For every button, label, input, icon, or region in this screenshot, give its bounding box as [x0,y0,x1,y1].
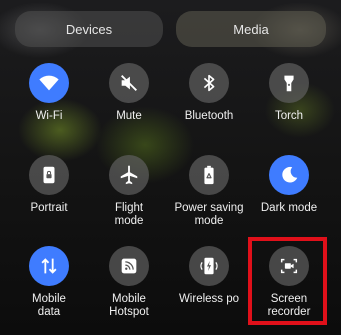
tile-mute[interactable]: Mute [89,63,169,123]
media-label: Media [233,21,269,37]
wireless-power-toggle[interactable] [189,246,229,286]
devices-label: Devices [65,21,113,37]
tile-label: Dark mode [260,202,318,214]
devices-button[interactable]: Devices [15,11,163,47]
mobile-data-toggle[interactable] [29,246,69,286]
tile-label: Portrait [30,202,68,214]
tile-mobile-hotspot[interactable]: Mobile Hotspot [89,246,169,319]
tile-wifi[interactable]: Wi-Fi [9,63,89,123]
tile-wireless-power[interactable]: Wireless po [169,246,249,306]
battery-recycle-icon [204,165,214,185]
tile-power-saving[interactable]: Power saving mode [169,155,249,228]
hotspot-icon [121,258,137,274]
torch-icon [284,75,294,92]
bluetooth-icon [203,74,215,92]
flight-mode-toggle[interactable] [109,155,149,195]
tile-label: Bluetooth [184,110,234,122]
tile-label: Flight mode [114,202,144,227]
moon-icon [282,166,298,183]
mobile-hotspot-toggle[interactable] [109,246,149,286]
tile-dark-mode[interactable]: Dark mode [249,155,329,215]
tile-label: Mobile data [32,293,66,318]
tile-torch[interactable]: Torch [249,63,329,123]
portrait-icon [43,166,55,184]
mute-toggle[interactable] [109,63,149,103]
tile-bluetooth[interactable]: Bluetooth [169,63,249,123]
tile-portrait[interactable]: Portrait [9,155,89,215]
tile-label: Power saving mode [174,202,244,227]
wifi-toggle[interactable] [29,63,69,103]
mute-icon [121,75,137,91]
airplane-icon [120,165,138,185]
wireless-power-icon [200,257,218,275]
tile-label: Mobile Hotspot [109,293,149,318]
wifi-icon [39,75,59,91]
torch-toggle[interactable] [269,63,309,103]
tile-label: Wi-Fi [35,110,63,122]
tile-flight-mode[interactable]: Flight mode [89,155,169,228]
bluetooth-toggle[interactable] [189,63,229,103]
screen-recorder-highlight-box [248,237,327,325]
tile-label: Mute [116,110,142,122]
media-button[interactable]: Media [176,11,326,47]
tile-label: Wireless po [178,293,240,305]
tile-mobile-data[interactable]: Mobile data [9,246,89,319]
tile-label: Torch [274,110,304,122]
data-arrows-icon [41,258,57,274]
dark-mode-toggle[interactable] [269,155,309,195]
quick-settings-panel: Devices Media Wi-Fi Mute Bluetooth Torch… [0,0,341,335]
portrait-toggle[interactable] [29,155,69,195]
power-saving-toggle[interactable] [189,155,229,195]
